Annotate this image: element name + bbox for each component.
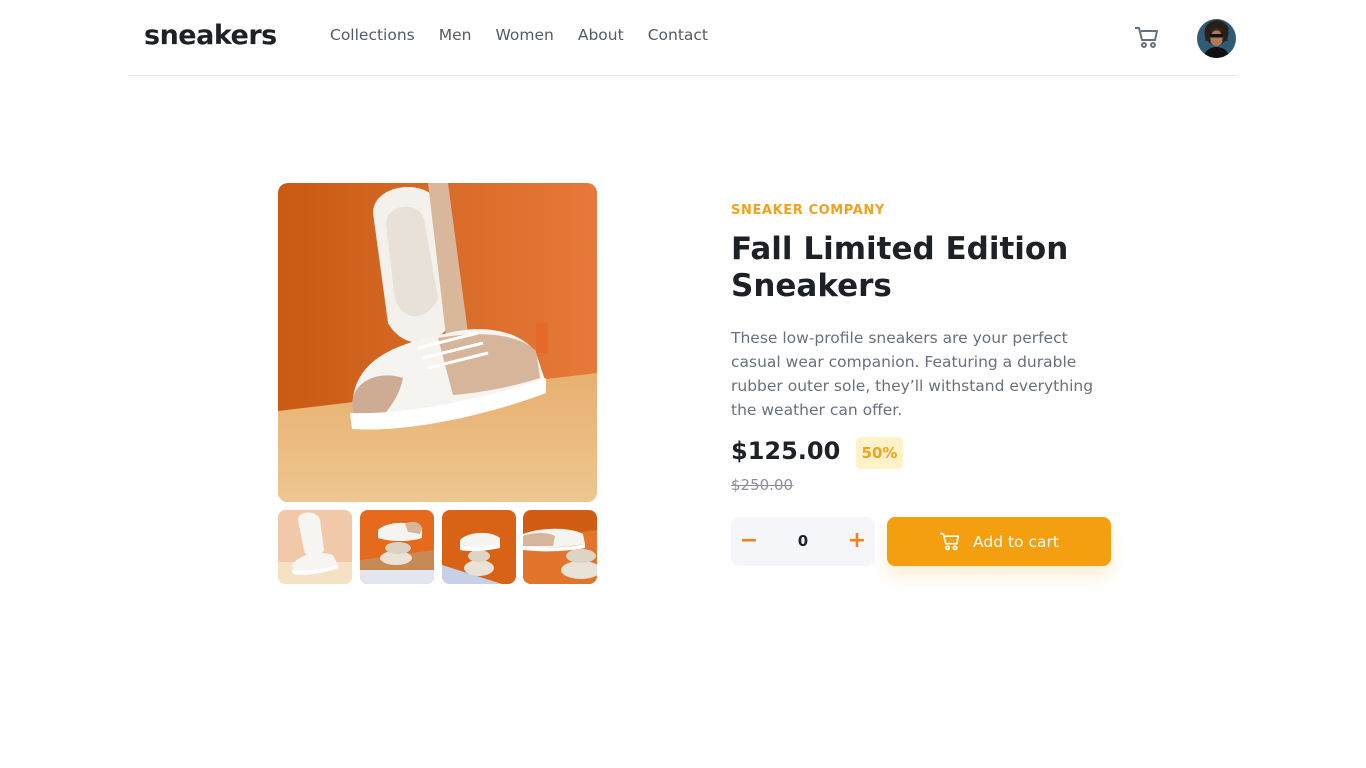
nav-men[interactable]: Men xyxy=(439,26,472,44)
decrease-quantity-button[interactable]: − xyxy=(737,529,761,553)
thumbnail-2[interactable] xyxy=(360,510,434,584)
discount-badge: 50% xyxy=(856,437,903,469)
add-to-cart-button[interactable]: Add to cart xyxy=(887,517,1111,566)
brand-logo[interactable]: sneakers xyxy=(144,20,277,51)
quantity-stepper: − 0 + xyxy=(731,517,875,566)
current-price: $125.00 xyxy=(731,437,841,465)
user-avatar[interactable] xyxy=(1197,19,1236,58)
thumbnail-1[interactable] xyxy=(278,510,352,584)
main-nav: Collections Men Women About Contact xyxy=(330,26,732,44)
product-description: These low-profile sneakers are your perf… xyxy=(731,329,1094,419)
original-price: $250.00 xyxy=(731,476,794,494)
cart-button[interactable] xyxy=(1134,26,1160,50)
quantity-value: 0 xyxy=(797,532,809,550)
nav-about[interactable]: About xyxy=(578,26,624,44)
cart-icon xyxy=(1135,27,1158,48)
cart-icon xyxy=(940,532,960,550)
thumbnail-3[interactable] xyxy=(442,510,516,584)
site-header: sneakers Collections Men Women About Con… xyxy=(128,0,1238,76)
nav-contact[interactable]: Contact xyxy=(648,26,708,44)
product-title: Fall Limited Edition Sneakers xyxy=(731,231,1069,304)
add-to-cart-label: Add to cart xyxy=(973,532,1059,551)
thumbnail-4[interactable] xyxy=(523,510,597,584)
main-product-image[interactable] xyxy=(278,183,597,502)
nav-women[interactable]: Women xyxy=(495,26,553,44)
company-label: SNEAKER COMPANY xyxy=(731,203,885,218)
nav-collections[interactable]: Collections xyxy=(330,26,415,44)
increase-quantity-button[interactable]: + xyxy=(845,529,869,553)
